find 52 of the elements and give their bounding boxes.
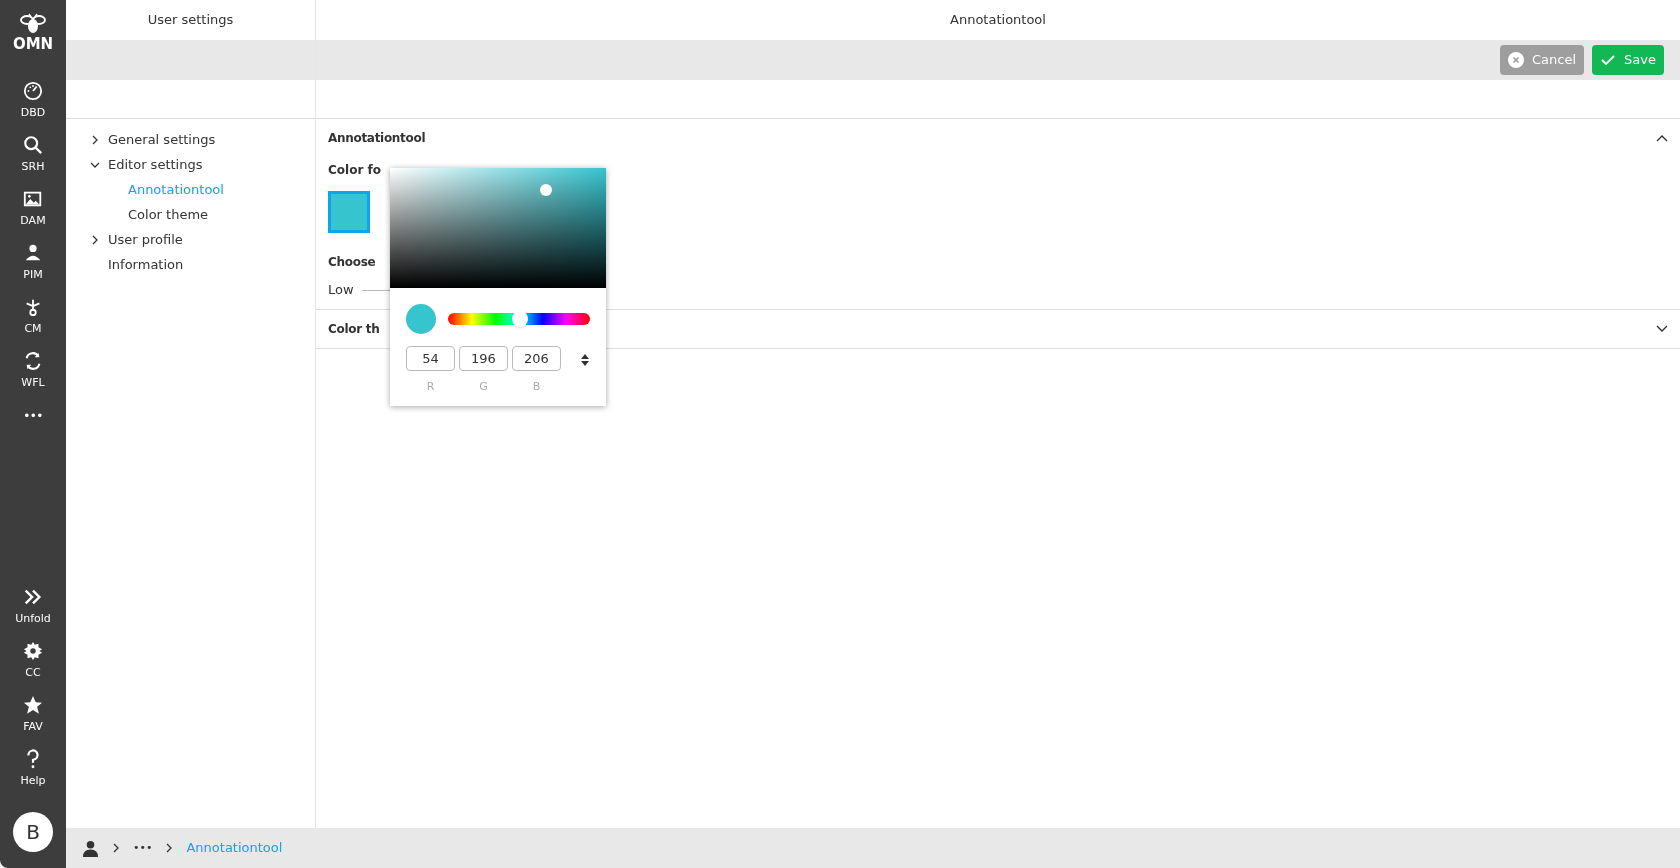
chevron-right-icon bbox=[111, 843, 121, 853]
breadcrumb-more[interactable]: ••• bbox=[133, 839, 153, 857]
tree-item[interactable]: User profile bbox=[108, 229, 183, 250]
sidebar-item[interactable]: CC bbox=[0, 634, 66, 688]
person-icon bbox=[23, 242, 43, 263]
search-icon bbox=[23, 134, 43, 155]
rgb-input[interactable]: 54 bbox=[406, 346, 455, 371]
up-down-arrows-icon bbox=[581, 354, 589, 366]
section-title: Annotationtool bbox=[328, 130, 426, 147]
sidebar-item[interactable]: SRH bbox=[0, 128, 66, 182]
field-label: Color fo bbox=[328, 162, 382, 179]
sidebar-item[interactable]: FAV bbox=[0, 688, 66, 742]
avatar[interactable]: B bbox=[13, 812, 53, 852]
sidebar-item[interactable]: Unfold bbox=[0, 580, 66, 634]
chevron-down-icon[interactable] bbox=[1656, 325, 1668, 333]
panel-title: Annotationtool bbox=[949, 11, 1047, 30]
channel-label: R bbox=[426, 379, 435, 395]
channel-label: G bbox=[479, 379, 488, 395]
color-swatch[interactable] bbox=[328, 191, 370, 233]
sidebar-item[interactable]: PIM bbox=[0, 236, 66, 290]
sidebar-item[interactable]: CM bbox=[0, 290, 66, 344]
chevron-up-icon[interactable] bbox=[1656, 134, 1668, 142]
sidebar-logo: OMN bbox=[12, 34, 54, 54]
picker-handle[interactable] bbox=[540, 184, 552, 196]
hue-slider[interactable] bbox=[448, 313, 590, 325]
panel-title: User settings bbox=[146, 11, 235, 30]
person-icon bbox=[82, 839, 99, 857]
color-preview bbox=[406, 304, 436, 334]
checkmark-icon bbox=[1600, 52, 1617, 68]
sidebar-item[interactable]: DBD bbox=[0, 74, 66, 128]
sidebar-item[interactable]: Help bbox=[0, 742, 66, 796]
more-button[interactable]: ••• bbox=[23, 398, 43, 434]
rgb-input[interactable]: 196 bbox=[459, 346, 508, 371]
field-label: Choose bbox=[328, 254, 377, 271]
star-icon bbox=[23, 694, 43, 715]
close-icon bbox=[1508, 52, 1525, 68]
saturation-area[interactable] bbox=[390, 168, 606, 288]
slider-label: Low bbox=[328, 281, 354, 300]
rgb-input[interactable]: 206 bbox=[512, 346, 561, 371]
sidebar-item[interactable]: WFL bbox=[0, 344, 66, 398]
tree-item[interactable]: General settings bbox=[108, 129, 216, 150]
bee-icon bbox=[20, 12, 46, 34]
sidebar-item[interactable]: DAM bbox=[0, 182, 66, 236]
gear-icon bbox=[23, 640, 43, 661]
gauge-icon bbox=[23, 80, 43, 101]
section-title: Color th bbox=[328, 321, 380, 338]
workflow-icon bbox=[23, 350, 43, 371]
tree-item[interactable]: Information bbox=[108, 254, 184, 275]
channel-label: B bbox=[532, 379, 541, 395]
hue-thumb[interactable] bbox=[512, 311, 529, 327]
tree-item[interactable]: Editor settings bbox=[108, 154, 203, 175]
tree-item[interactable]: Color theme bbox=[128, 204, 209, 225]
